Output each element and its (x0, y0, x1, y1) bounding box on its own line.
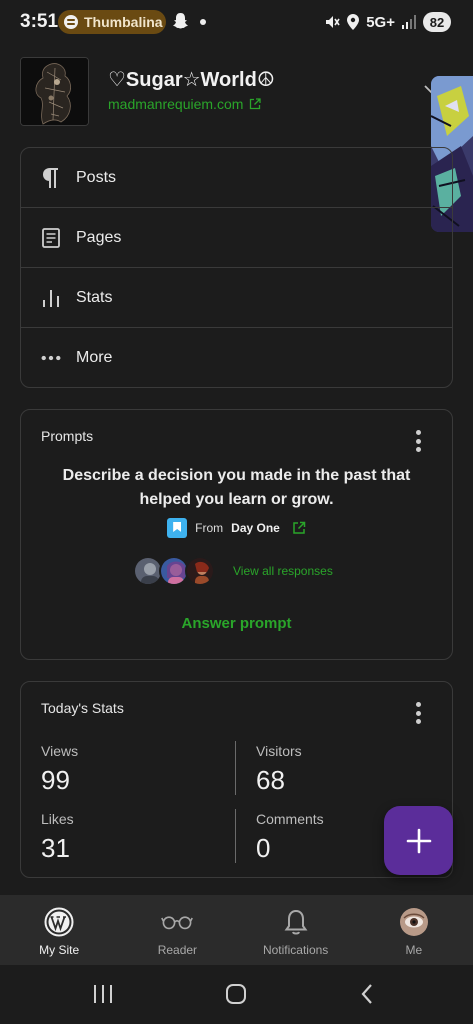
stat-value: 99 (41, 765, 70, 795)
stat-label: Views (41, 743, 79, 759)
prompts-more-icon[interactable] (416, 430, 422, 452)
site-url-text: madmanrequiem.com (108, 96, 244, 112)
tab-label: Me (405, 943, 423, 957)
menu-item-label: Pages (76, 229, 122, 246)
tab-notifications[interactable]: Notifications (237, 895, 355, 965)
signal-icon (402, 15, 416, 29)
status-time: 3:51 (20, 11, 59, 32)
external-link-icon (250, 98, 262, 110)
stat-label: Comments (256, 811, 324, 827)
stat-views[interactable]: Views 99 (41, 743, 78, 796)
external-link-icon (293, 521, 306, 534)
spotify-icon (64, 15, 78, 29)
status-bar: 3:51 Thumbalina 5G+ 82 (0, 0, 473, 46)
prompts-card: Prompts Describe a decision you made in … (20, 409, 453, 660)
media-playing-pill[interactable]: Thumbalina (58, 10, 166, 34)
back-icon[interactable] (356, 983, 380, 1005)
prompt-from-source: Day One (231, 521, 280, 535)
menu-item-label: Posts (76, 169, 117, 186)
answer-prompt-button[interactable]: Answer prompt (21, 615, 452, 632)
site-icon[interactable] (20, 57, 89, 126)
stats-more-icon[interactable] (416, 702, 422, 724)
snapchat-icon (173, 13, 188, 29)
site-url-link[interactable]: madmanrequiem.com (108, 96, 262, 112)
menu-item-pages[interactable]: Pages (21, 208, 452, 268)
stat-value: 31 (41, 833, 70, 863)
responder-avatar (185, 556, 215, 586)
plus-icon (406, 828, 431, 853)
tab-label: My Site (39, 943, 80, 957)
location-icon (347, 14, 360, 30)
mute-icon (326, 16, 340, 28)
stat-divider (235, 809, 236, 863)
tab-reader[interactable]: Reader (118, 895, 236, 965)
bell-icon (280, 907, 312, 937)
stat-value: 68 (256, 765, 285, 795)
menu-item-more[interactable]: More (21, 328, 452, 387)
system-navigation-bar (0, 965, 473, 1024)
day-one-icon (167, 518, 188, 538)
site-menu: Posts Pages Stats More (20, 147, 453, 388)
media-title: Thumbalina (84, 14, 163, 30)
responses-row[interactable]: View all responses (133, 555, 333, 587)
stat-value: 0 (256, 833, 271, 863)
glasses-icon (161, 907, 194, 937)
bottom-tab-bar: My Site Reader Notifications Me (0, 895, 473, 965)
wordpress-icon (43, 907, 75, 937)
prompt-from-prefix: From (195, 521, 224, 535)
tab-me[interactable]: Me (355, 895, 473, 965)
notification-dot (200, 19, 206, 25)
menu-item-label: More (76, 349, 113, 366)
menu-item-posts[interactable]: Posts (21, 148, 452, 208)
home-icon[interactable] (224, 983, 248, 1005)
site-title[interactable]: ♡Sugar☆World☮ (108, 67, 275, 92)
stat-label: Likes (41, 811, 74, 827)
stat-comments[interactable]: Comments 0 (256, 811, 324, 864)
network-type: 5G+ (366, 13, 395, 31)
recent-apps-icon[interactable] (91, 983, 115, 1005)
tab-label: Notifications (262, 943, 329, 957)
menu-item-label: Stats (76, 289, 113, 306)
tab-my-site[interactable]: My Site (0, 895, 118, 965)
page-icon (41, 227, 61, 249)
stat-label: Visitors (256, 743, 302, 759)
battery-level: 82 (423, 12, 451, 32)
menu-item-stats[interactable]: Stats (21, 268, 452, 328)
prompt-source[interactable]: From Day One (21, 518, 452, 538)
view-all-responses-link[interactable]: View all responses (233, 564, 333, 578)
prompts-title: Prompts (41, 428, 94, 444)
create-fab-button[interactable] (384, 806, 453, 875)
stat-visitors[interactable]: Visitors 68 (256, 743, 302, 796)
stat-likes[interactable]: Likes 31 (41, 811, 74, 864)
profile-avatar (398, 907, 430, 937)
site-icon-art (21, 58, 88, 125)
tab-label: Reader (157, 943, 198, 957)
ellipsis-icon (41, 347, 61, 369)
paragraph-icon (41, 167, 61, 189)
stat-divider (235, 741, 236, 795)
stats-bars-icon (41, 287, 61, 309)
stats-title: Today's Stats (41, 700, 124, 716)
prompt-question: Describe a decision you made in the past… (62, 467, 411, 508)
